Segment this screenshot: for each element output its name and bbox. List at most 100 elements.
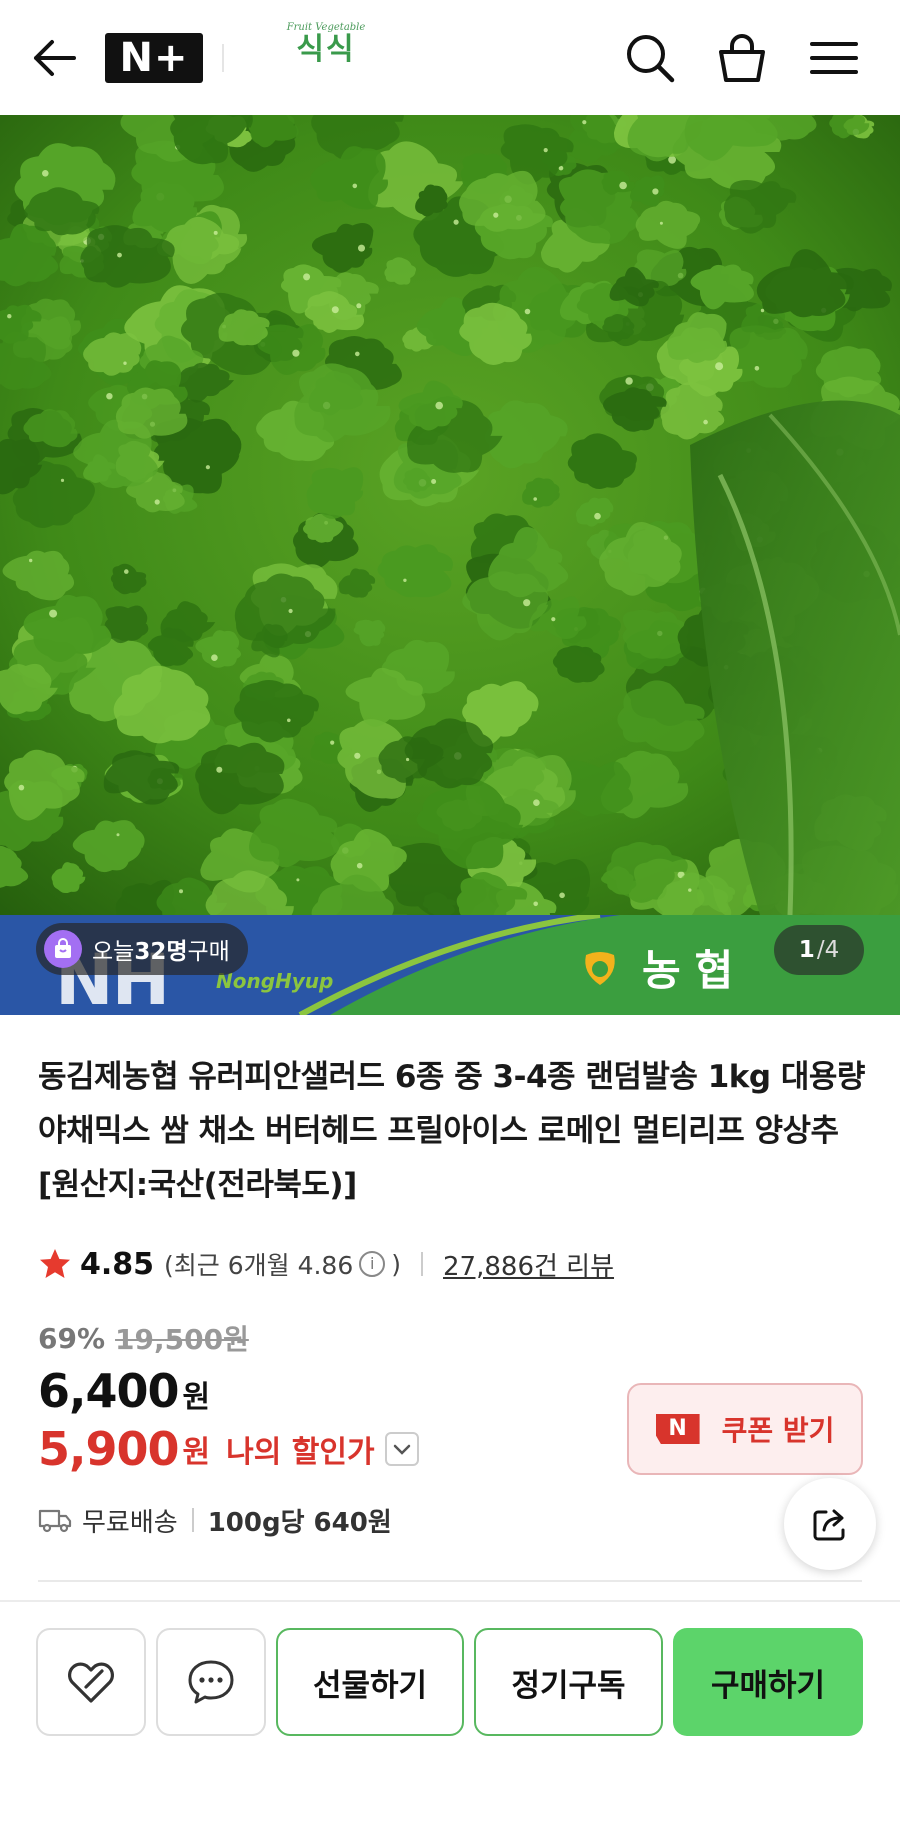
water-droplet [543, 148, 548, 153]
buyers-count: 32명 [134, 939, 188, 965]
water-droplet [179, 889, 183, 894]
pager-current: 1 [798, 937, 815, 963]
nonghyup-banner: NH NongHyup 농협 오늘 32명 구매 1 / 4 [0, 915, 900, 1015]
water-droplet [303, 273, 311, 281]
water-droplet [406, 757, 410, 762]
water-droplet [18, 784, 25, 791]
water-droplet [288, 608, 293, 614]
water-droplet [594, 512, 601, 520]
star-icon [40, 1249, 70, 1278]
water-droplet [403, 578, 407, 582]
chevron-down-icon[interactable] [384, 1432, 419, 1466]
water-droplet [7, 314, 12, 319]
banner-brand: 농협 [578, 941, 747, 995]
rating-divider [421, 1252, 424, 1276]
water-droplet [29, 558, 33, 563]
shop-logo-name: 식식 [296, 32, 356, 67]
water-droplet [619, 181, 627, 190]
water-droplet [49, 609, 58, 618]
talk-button[interactable] [156, 1628, 266, 1736]
review-count-link[interactable]: 27,886건 리뷰 [443, 1246, 614, 1283]
water-droplet [213, 230, 218, 235]
water-droplet [625, 377, 633, 385]
today-buyers-badge: 오늘 32명 구매 [36, 923, 248, 975]
water-droplet [330, 740, 335, 745]
share-icon [813, 1509, 845, 1541]
water-droplet [431, 479, 437, 484]
buyers-prefix: 오늘 [92, 939, 135, 965]
my-price-value: 5,900 [38, 1422, 180, 1476]
top-header: N+ Fruit Vegetable 식식 [0, 0, 900, 115]
my-price-unit: 원 [182, 1435, 211, 1470]
buy-button[interactable]: 구매하기 [673, 1628, 863, 1736]
my-price-label: 나의 할인가 [226, 1435, 375, 1470]
water-droplet [287, 718, 291, 723]
water-droplet [123, 361, 127, 365]
water-droplet [703, 419, 708, 425]
water-droplet [453, 219, 459, 225]
image-pager: 1 / 4 [774, 925, 864, 975]
wishlist-button[interactable] [36, 1628, 146, 1736]
water-droplet [582, 120, 587, 125]
search-icon[interactable] [622, 30, 678, 86]
discount-rate: 69% [38, 1321, 106, 1355]
back-arrow-icon[interactable] [30, 36, 78, 80]
water-droplet [524, 308, 531, 315]
free-shipping-label: 무료배송 [82, 1507, 178, 1538]
share-button[interactable] [784, 1478, 876, 1570]
info-icon[interactable]: i [359, 1251, 386, 1277]
pager-total: 4 [824, 937, 840, 963]
buyers-suffix: 구매 [187, 939, 230, 965]
water-droplet [533, 901, 538, 907]
hamburger-menu-icon[interactable] [806, 30, 862, 86]
water-droplet [356, 862, 363, 869]
water-droplet [356, 303, 362, 309]
water-droplet [659, 221, 663, 225]
get-coupon-button[interactable]: N 쿠폰 받기 [627, 1383, 863, 1475]
bottom-action-bar: 선물하기 정기구독 구매하기 [0, 1602, 900, 1839]
water-droplet [559, 892, 565, 899]
water-droplet [435, 401, 444, 410]
gift-button[interactable]: 선물하기 [276, 1628, 464, 1736]
sale-price-unit: 원 [182, 1380, 211, 1415]
chat-bubble-icon [188, 1660, 234, 1704]
naver-n-badge: N [655, 1414, 700, 1444]
water-droplet [42, 170, 49, 177]
pager-separator: / [816, 937, 825, 963]
water-droplet [533, 497, 537, 501]
water-droplet [668, 155, 676, 164]
water-droplet [551, 617, 556, 622]
water-droplet [106, 393, 113, 400]
water-droplet [688, 888, 692, 892]
recent-rating: (최근 6개월 4.86 i ) [164, 1246, 401, 1282]
water-droplet [754, 366, 760, 371]
water-droplet [124, 569, 129, 574]
rating-score: 4.85 [80, 1246, 155, 1282]
water-droplet [296, 878, 300, 882]
water-droplet [60, 478, 65, 482]
water-droplet [216, 766, 223, 773]
header-divider [222, 44, 224, 72]
subscribe-button[interactable]: 정기구독 [474, 1628, 663, 1736]
water-droplet [760, 308, 765, 313]
banner-nonghyup-text: NongHyup [216, 969, 334, 993]
water-droplet [331, 306, 339, 314]
banner-brand-text: 농협 [642, 945, 748, 995]
truck-icon [38, 1509, 72, 1533]
recent-rating-close: ) [391, 1249, 402, 1279]
water-droplet [355, 351, 360, 357]
sale-price: 6,400 원 [38, 1364, 210, 1418]
shopping-bag-icon[interactable] [714, 30, 770, 86]
original-price: 19,500원 [115, 1323, 249, 1356]
lettuce-photo [0, 115, 900, 915]
recent-rating-label: (최근 6개월 4.86 [164, 1251, 354, 1280]
nplus-logo[interactable]: N+ [105, 33, 203, 83]
water-droplet [117, 252, 122, 258]
shop-logo[interactable]: Fruit Vegetable 식식 [286, 22, 366, 88]
product-image[interactable] [0, 115, 900, 915]
water-droplet [493, 212, 499, 218]
nonghyup-seal-icon [585, 952, 615, 985]
water-droplet [715, 362, 724, 371]
shopping-bag-icon [44, 930, 82, 968]
water-droplet [352, 183, 358, 189]
